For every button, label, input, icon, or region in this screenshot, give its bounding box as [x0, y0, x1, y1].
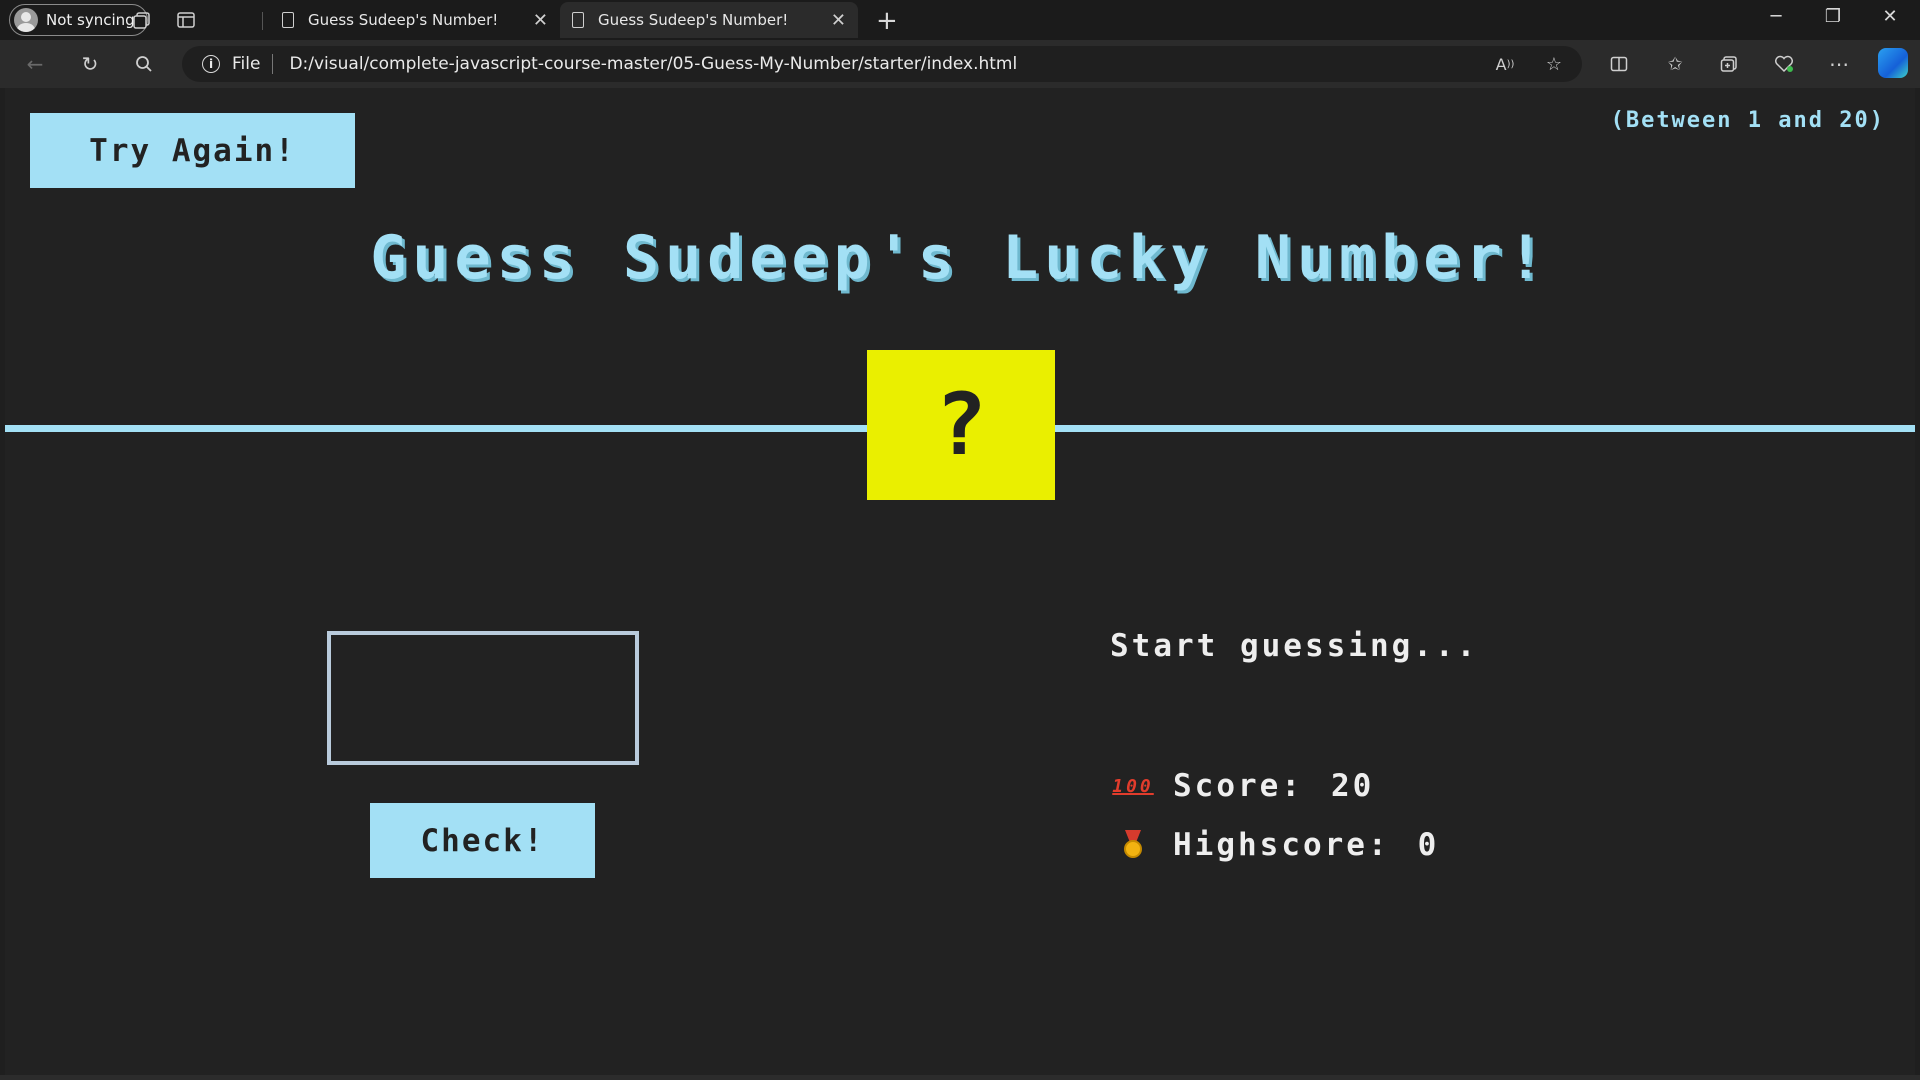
url-text[interactable]: D:/visual/complete-javascript-course-mas…: [289, 54, 1017, 74]
close-window-icon[interactable]: ✕: [1867, 6, 1913, 27]
secret-number-box: ?: [867, 350, 1055, 500]
guess-input[interactable]: [327, 631, 639, 765]
hundred-points-icon: 100: [1112, 775, 1154, 797]
favorites-icon[interactable]: ✩: [1662, 51, 1688, 77]
highscore-value: 0: [1417, 827, 1440, 863]
score-value: 20: [1330, 768, 1375, 804]
new-tab-icon[interactable]: +: [876, 6, 898, 36]
close-tab-icon[interactable]: ✕: [533, 10, 548, 31]
profile-label: Not syncing: [46, 11, 135, 29]
tab-actions-icon[interactable]: [174, 8, 198, 32]
browser-tab[interactable]: Guess Sudeep's Number! ✕: [270, 2, 560, 38]
browser-tab-strip: Not syncing Guess Sudeep's Number! ✕ Gue…: [0, 0, 1920, 40]
score-line: 100 Score: 20: [1112, 768, 1375, 804]
refresh-icon[interactable]: ↻: [77, 51, 103, 77]
site-info-icon[interactable]: i: [202, 55, 220, 73]
page-title: Guess Sudeep's Lucky Number!: [370, 223, 1550, 293]
browser-essentials-icon[interactable]: [1771, 51, 1797, 77]
address-divider: [272, 54, 274, 74]
range-hint: (Between 1 and 20): [1610, 108, 1885, 133]
split-screen-icon[interactable]: [1606, 51, 1632, 77]
copilot-icon[interactable]: [1878, 48, 1908, 78]
read-aloud-icon[interactable]: A)): [1492, 51, 1518, 77]
back-icon[interactable]: ←: [22, 51, 48, 77]
browser-tab-active[interactable]: Guess Sudeep's Number! ✕: [560, 2, 858, 38]
search-icon[interactable]: [131, 51, 157, 77]
collections-icon[interactable]: [1716, 51, 1742, 77]
page-icon: [282, 12, 294, 28]
minimize-icon[interactable]: ─: [1753, 6, 1799, 27]
address-bar[interactable]: i File D:/visual/complete-javascript-cou…: [182, 46, 1582, 82]
favorite-star-icon[interactable]: ☆: [1541, 51, 1567, 77]
try-again-button[interactable]: Try Again!: [30, 113, 355, 188]
more-menu-icon[interactable]: ⋯: [1826, 51, 1852, 77]
score-label: Score:: [1173, 768, 1303, 804]
status-message: Start guessing...: [1110, 628, 1479, 664]
browser-toolbar: ← ↻ i File D:/visual/complete-javascript…: [0, 40, 1920, 88]
scheme-label: File: [232, 54, 261, 74]
tab-title: Guess Sudeep's Number!: [308, 11, 499, 29]
medal-icon: [1115, 830, 1151, 860]
profile-button[interactable]: Not syncing: [9, 4, 148, 36]
highscore-line: Highscore: 0: [1115, 827, 1439, 863]
highscore-label: Highscore:: [1173, 827, 1390, 863]
check-button[interactable]: Check!: [370, 803, 595, 878]
taskbar-edge: [0, 1075, 1920, 1080]
page-icon: [572, 12, 584, 28]
close-tab-icon[interactable]: ✕: [831, 10, 846, 31]
tab-separator: [262, 12, 263, 30]
game-page: Try Again! (Between 1 and 20) Guess Sude…: [5, 88, 1915, 1075]
profile-avatar-icon: [14, 8, 38, 32]
workspaces-icon[interactable]: [130, 8, 154, 32]
restore-icon[interactable]: ❐: [1810, 6, 1856, 27]
tab-title: Guess Sudeep's Number!: [598, 11, 789, 29]
